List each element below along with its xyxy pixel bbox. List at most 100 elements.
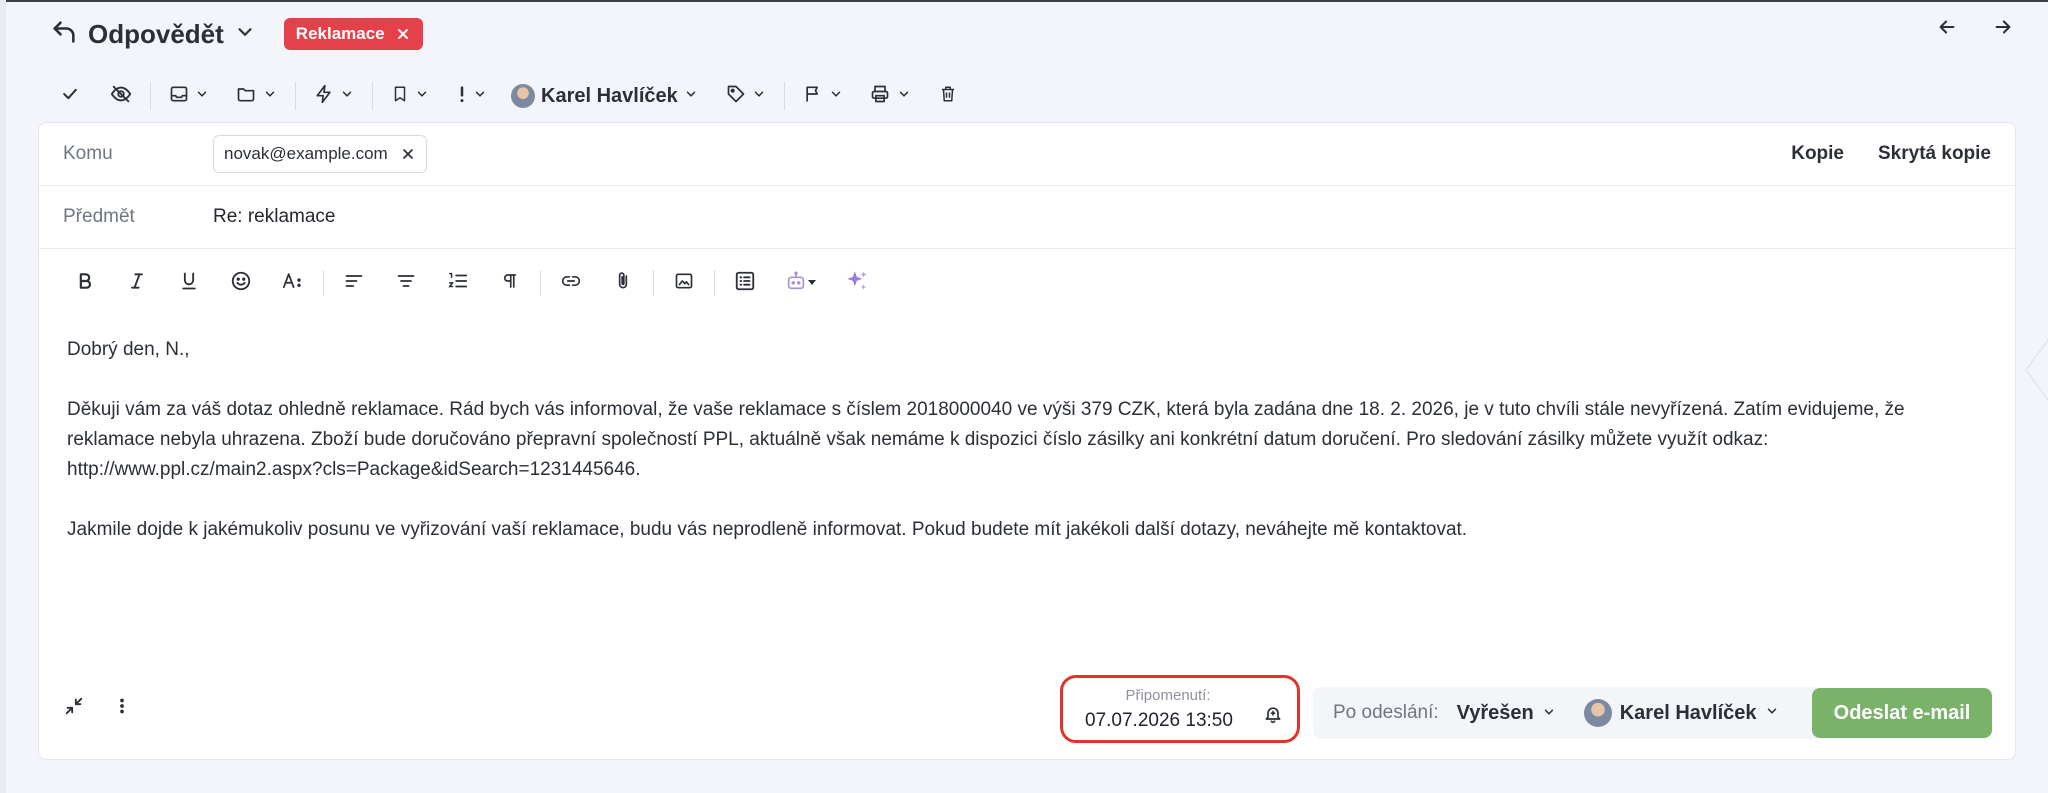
more-options-icon[interactable] [119,695,125,717]
delete-button[interactable] [931,80,965,112]
chevron-down-icon [752,87,766,106]
recipient-row: Komu novak@example.com Kopie Skrytá kopi… [39,123,2015,186]
ai-generate-button[interactable] [831,263,883,303]
collapse-icon[interactable] [63,695,85,717]
font-size-button[interactable] [267,263,319,303]
hide-button[interactable] [102,80,140,112]
chevron-down-icon [234,21,256,48]
insert-image-button[interactable] [658,263,710,303]
template-button[interactable] [719,263,771,303]
status-dropdown[interactable]: Vyřešen [1457,702,1556,725]
numbered-list-button[interactable] [432,263,484,303]
align-center-icon [395,271,417,296]
subject-label: Předmět [63,206,135,227]
left-edge [0,0,6,793]
body-paragraph: Jakmile dojde k jakémukoliv posunu ve vy… [67,519,1468,540]
label-dropdown[interactable] [718,80,774,112]
message-navigation [1936,16,2014,38]
smiley-icon [230,270,252,297]
arrow-right-icon[interactable] [1992,16,2014,38]
printer-icon [869,84,891,109]
chevron-down-icon [897,87,911,106]
sparkles-icon [844,268,870,299]
inbox-icon [169,84,189,109]
copy-links: Kopie Skrytá kopie [1791,143,1991,165]
font-size-icon [281,270,305,297]
automation-dropdown[interactable] [306,80,362,112]
exclamation-icon [457,84,467,109]
emoji-button[interactable] [215,263,267,303]
eye-off-icon [110,83,132,110]
print-dropdown[interactable] [861,80,919,112]
attach-button[interactable] [597,263,649,303]
ai-assistant-dropdown[interactable] [771,263,831,303]
chevron-down-icon [473,87,487,106]
to-label: Komu [63,143,113,164]
mark-done-button[interactable] [52,80,88,112]
reminder-field[interactable]: Připomenutí: 07.07.2026 13:50 [1060,675,1300,743]
folder-dropdown[interactable] [227,80,285,112]
folder-icon [235,84,257,109]
bell-icon[interactable] [1263,704,1283,729]
align-center-button[interactable] [380,263,432,303]
insert-link-button[interactable] [545,263,597,303]
underline-icon [179,270,199,297]
robot-icon [785,270,807,297]
arrow-left-icon[interactable] [1936,16,1958,38]
image-icon [673,271,695,296]
align-left-icon [343,271,365,296]
priority-dropdown[interactable] [449,80,495,112]
paragraph-button[interactable] [484,263,536,303]
flag-dropdown[interactable] [795,80,851,112]
body-paragraph: Děkuji vám za váš dotaz ohledně reklamac… [67,399,1905,480]
side-panel-handle-icon[interactable] [2020,330,2048,415]
send-email-button[interactable]: Odeslat e-mail [1812,688,1992,738]
assignee-dropdown[interactable]: Karel Havlíček [503,80,706,112]
after-send-assignee-name: Karel Havlíček [1619,701,1757,724]
after-send-assignee-dropdown[interactable]: Karel Havlíček [1583,699,1779,727]
align-left-button[interactable] [328,263,380,303]
chevron-down-icon [684,87,698,106]
editor-divider [714,270,715,296]
recipient-email: novak@example.com [224,144,388,163]
avatar [1583,699,1612,727]
category-tag: Reklamace [283,18,423,50]
editor-divider [323,270,324,296]
italic-button[interactable] [111,263,163,303]
caret-down-icon [807,274,817,292]
template-list-icon [734,270,756,297]
inbox-dropdown[interactable] [161,80,217,112]
editor-divider [653,270,654,296]
subject-input[interactable]: Re: reklamace [213,206,336,228]
tag-label: Reklamace [295,24,385,43]
bcc-button[interactable]: Skrytá kopie [1878,143,1991,165]
footer-left-actions [63,695,125,717]
bookmark-dropdown[interactable] [383,80,437,112]
reply-icon [50,18,78,51]
check-icon [60,84,80,109]
recipient-chip[interactable]: novak@example.com [213,135,427,173]
lightning-icon [314,84,334,109]
chevron-down-icon [415,87,429,106]
after-send-panel: Po odeslání: Vyřešen Karel Havlíček [1313,687,1823,739]
reply-mode-dropdown[interactable]: Odpovědět [50,18,256,51]
pilcrow-icon [501,270,519,297]
bold-button[interactable] [59,263,111,303]
subject-row: Předmět Re: reklamace [39,186,2015,249]
compose-panel: Komu novak@example.com Kopie Skrytá kopi… [38,122,2016,760]
bookmark-icon [391,84,409,109]
bold-icon [75,271,95,296]
remove-recipient-icon[interactable] [400,146,416,162]
italic-icon [127,271,147,296]
editor-divider [540,270,541,296]
action-toolbar: Karel Havlíček [52,80,965,112]
email-body-editor[interactable]: Dobrý den, N., Děkuji vám za váš dotaz o… [67,335,1997,575]
remove-tag-icon[interactable] [395,26,411,42]
paperclip-icon [613,270,633,297]
cc-button[interactable]: Kopie [1791,143,1844,165]
toolbar-divider [372,82,373,110]
chevron-down-icon [1765,704,1779,723]
flag-icon [803,84,823,109]
toolbar-divider [783,82,785,110]
underline-button[interactable] [163,263,215,303]
